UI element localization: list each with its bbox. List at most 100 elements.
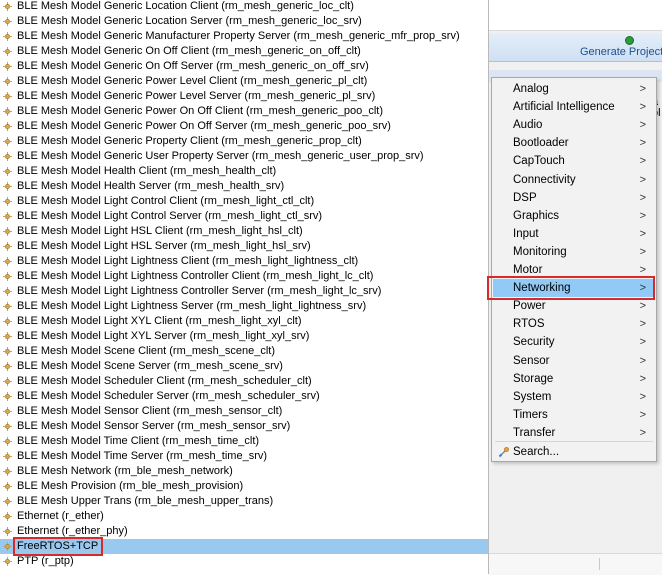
menu-item-graphics[interactable]: Graphics >: [493, 207, 655, 225]
menu-item-storage[interactable]: Storage >: [493, 370, 655, 388]
module-list-item[interactable]: BLE Mesh Model Time Client (rm_mesh_time…: [0, 434, 488, 449]
menu-item-label: Analog: [513, 83, 549, 95]
module-list-item-label: BLE Mesh Model Sensor Server (rm_mesh_se…: [17, 420, 291, 432]
module-list-item-label: BLE Mesh Model Light Lightness Controlle…: [17, 270, 374, 282]
module-list-item[interactable]: BLE Mesh Model Generic Power On Off Serv…: [0, 119, 488, 134]
module-list-item-label: BLE Mesh Network (rm_ble_mesh_network): [17, 465, 233, 477]
module-list-item[interactable]: BLE Mesh Model Generic Location Server (…: [0, 14, 488, 29]
generate-project-button[interactable]: Generate Project: [580, 46, 662, 58]
module-list-item[interactable]: BLE Mesh Model Generic Manufacturer Prop…: [0, 29, 488, 44]
module-list-item-label: BLE Mesh Model Generic On Off Server (rm…: [17, 60, 369, 72]
module-list-item[interactable]: BLE Mesh Model Scheduler Client (rm_mesh…: [0, 374, 488, 389]
module-list-item[interactable]: BLE Mesh Model Light HSL Client (rm_mesh…: [0, 224, 488, 239]
menu-item-label: Audio: [513, 119, 543, 132]
chevron-right-icon: >: [639, 390, 646, 403]
component-icon: [3, 332, 12, 341]
module-list-item[interactable]: BLE Mesh Model Generic Power Level Serve…: [0, 89, 488, 104]
menu-item-security[interactable]: Security >: [493, 333, 655, 351]
component-icon: [3, 62, 12, 71]
chevron-right-icon: >: [639, 372, 646, 385]
module-list-item[interactable]: BLE Mesh Model Generic Location Client (…: [0, 0, 488, 14]
menu-item-monitoring[interactable]: Monitoring >: [493, 243, 655, 261]
module-list-item[interactable]: BLE Mesh Model Health Client (rm_mesh_he…: [0, 164, 488, 179]
menu-item-label: Artificial Intelligence: [513, 101, 615, 114]
menu-item-connectivity[interactable]: Connectivity >: [493, 171, 655, 189]
menu-item-analog[interactable]: Analog >: [493, 80, 655, 98]
module-list-item-label: BLE Mesh Model Time Server (rm_mesh_time…: [17, 450, 268, 462]
menu-item-system[interactable]: System >: [493, 388, 655, 406]
module-list-item[interactable]: BLE Mesh Model Light XYL Client (rm_mesh…: [0, 314, 488, 329]
module-list-item[interactable]: BLE Mesh Model Generic Property Client (…: [0, 134, 488, 149]
module-list-item-label: BLE Mesh Model Generic Location Server (…: [17, 15, 362, 27]
module-list-item[interactable]: BLE Mesh Model Generic Power On Off Clie…: [0, 104, 488, 119]
search-icon: [498, 447, 509, 458]
chevron-right-icon: >: [639, 408, 646, 421]
module-list-item[interactable]: BLE Mesh Upper Trans (rm_ble_mesh_upper_…: [0, 494, 488, 509]
module-list-item[interactable]: BLE Mesh Provision (rm_ble_mesh_provisio…: [0, 479, 488, 494]
module-list-item[interactable]: BLE Mesh Model Light Lightness Controlle…: [0, 269, 488, 284]
module-list-item-label: BLE Mesh Model Light HSL Client (rm_mesh…: [17, 225, 303, 237]
menu-item-label: Timers: [513, 408, 548, 421]
menu-item-audio[interactable]: Audio >: [493, 116, 655, 134]
component-icon: [3, 317, 12, 326]
menu-item-search[interactable]: Search...: [493, 443, 655, 461]
module-list-item-label: BLE Mesh Upper Trans (rm_ble_mesh_upper_…: [17, 495, 274, 507]
component-icon: [3, 527, 12, 536]
module-list-item[interactable]: BLE Mesh Model Scene Client (rm_mesh_sce…: [0, 344, 488, 359]
module-list-item[interactable]: BLE Mesh Model Light XYL Server (rm_mesh…: [0, 329, 488, 344]
generate-icon[interactable]: [625, 36, 634, 45]
module-list-item[interactable]: BLE Mesh Network (rm_ble_mesh_network): [0, 464, 488, 479]
menu-item-artificial-intelligence[interactable]: Artificial Intelligence >: [493, 98, 655, 116]
chevron-right-icon: >: [639, 282, 646, 295]
module-list-item[interactable]: BLE Mesh Model Sensor Client (rm_mesh_se…: [0, 404, 488, 419]
module-list-item[interactable]: BLE Mesh Model Health Server (rm_mesh_he…: [0, 179, 488, 194]
module-list-item[interactable]: BLE Mesh Model Generic On Off Server (rm…: [0, 59, 488, 74]
module-list-item[interactable]: BLE Mesh Model Generic User Property Ser…: [0, 149, 488, 164]
menu-item-timers[interactable]: Timers >: [493, 406, 655, 424]
module-list-item[interactable]: BLE Mesh Model Light Control Client (rm_…: [0, 194, 488, 209]
menu-item-transfer[interactable]: Transfer >: [493, 424, 655, 442]
component-icon: [3, 197, 12, 206]
module-list-item[interactable]: BLE Mesh Model Sensor Server (rm_mesh_se…: [0, 419, 488, 434]
menu-item-label: System: [513, 390, 552, 403]
module-list-item-label: BLE Mesh Model Generic Power Level Serve…: [17, 90, 376, 102]
module-list-item[interactable]: BLE Mesh Model Generic On Off Client (rm…: [0, 44, 488, 59]
editor-top-area: [489, 0, 662, 31]
module-list-item-label: BLE Mesh Model Light Lightness Client (r…: [17, 255, 359, 267]
menu-item-captouch[interactable]: CapTouch >: [493, 152, 655, 170]
menu-item-sensor[interactable]: Sensor >: [493, 352, 655, 370]
module-list-item[interactable]: BLE Mesh Model Light HSL Server (rm_mesh…: [0, 239, 488, 254]
module-list-item[interactable]: BLE Mesh Model Scheduler Server (rm_mesh…: [0, 389, 488, 404]
module-list-item[interactable]: Ethernet (r_ether): [0, 509, 488, 524]
module-list-item[interactable]: FreeRTOS+TCP: [0, 539, 488, 554]
menu-item-dsp[interactable]: DSP >: [493, 189, 655, 207]
chevron-right-icon: >: [639, 336, 646, 349]
chevron-right-icon: >: [639, 137, 646, 150]
module-list[interactable]: BLE Mesh Model Generic Location Client (…: [0, 0, 489, 574]
menu-item-label: Graphics: [513, 209, 560, 222]
module-list-item[interactable]: Ethernet (r_ether_phy): [0, 524, 488, 539]
module-list-item[interactable]: BLE Mesh Model Light Lightness Controlle…: [0, 284, 488, 299]
module-list-item[interactable]: PTP (r_ptp): [0, 554, 488, 569]
menu-item-input[interactable]: Input >: [493, 225, 655, 243]
module-list-item[interactable]: BLE Mesh Model Generic Power Level Clien…: [0, 74, 488, 89]
menu-item-power[interactable]: Power >: [493, 297, 655, 315]
menu-item-networking[interactable]: Networking >: [493, 279, 655, 298]
menu-item-motor[interactable]: Motor >: [493, 261, 655, 279]
module-list-item[interactable]: BLE Mesh Model Light Lightness Client (r…: [0, 254, 488, 269]
module-list-item[interactable]: BLE Mesh Model Time Server (rm_mesh_time…: [0, 449, 488, 464]
menu-item-label: Bootloader: [513, 137, 569, 150]
module-list-item-label: BLE Mesh Model Light XYL Server (rm_mesh…: [17, 330, 310, 342]
chevron-right-icon: >: [639, 83, 646, 95]
component-icon: [3, 17, 12, 26]
module-list-item[interactable]: BLE Mesh Model Light Control Server (rm_…: [0, 209, 488, 224]
module-list-item-label: BLE Mesh Model Scene Client (rm_mesh_sce…: [17, 345, 276, 357]
module-list-item[interactable]: BLE Mesh Model Light Lightness Server (r…: [0, 299, 488, 314]
menu-item-rtos[interactable]: RTOS >: [493, 315, 655, 333]
chevron-right-icon: >: [639, 300, 646, 313]
category-context-menu[interactable]: Analog > Artificial Intelligence > Audio > Boo…: [487, 77, 657, 462]
menu-item-bootloader[interactable]: Bootloader >: [493, 134, 655, 152]
module-list-item[interactable]: BLE Mesh Model Scene Server (rm_mesh_sce…: [0, 359, 488, 374]
component-icon: [3, 212, 12, 221]
chevron-right-icon: >: [639, 191, 646, 204]
